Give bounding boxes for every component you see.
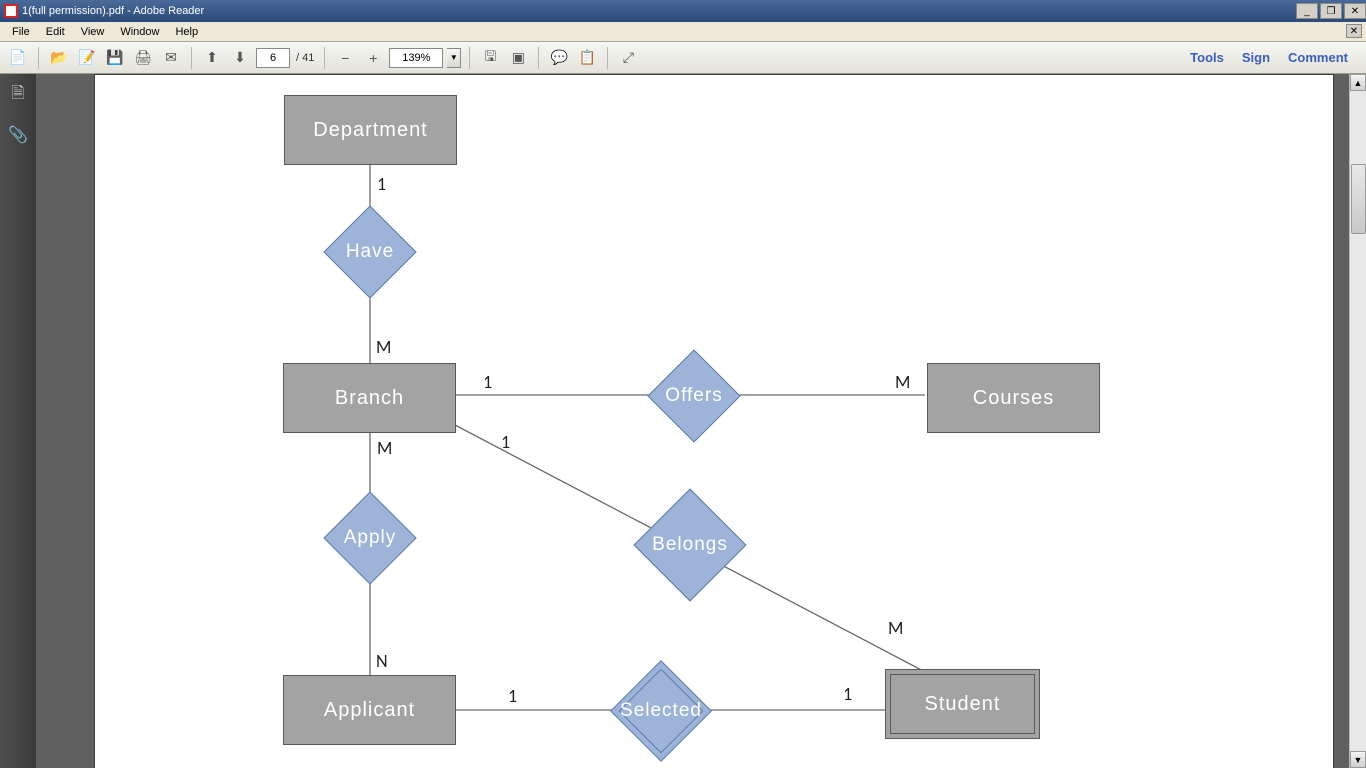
zoom-level-box[interactable]: 139% [389,48,443,68]
entity-student-label: Student [925,693,1001,716]
toolbar: 📄 📂 📝 💾 🖨 ✉ ⬆ ⬇ / 41 − + 139% ▼ 🖫 ▣ 💬 📋 … [0,42,1366,74]
rel-belongs-label: Belongs [652,534,728,556]
separator [469,47,470,69]
scroll-down-icon[interactable]: ▼ [1350,751,1366,768]
entity-department: Department [284,95,457,165]
close-window-button[interactable]: ✕ [1344,3,1366,19]
save-icon[interactable]: 💾 [103,46,127,70]
rel-offers: Offers [661,363,727,429]
title-bar: 1(full permission).pdf - Adobe Reader _ … [0,0,1366,22]
card-applicant-selected: 1 [508,685,517,707]
separator [538,47,539,69]
entity-branch: Branch [283,363,456,433]
entity-branch-label: Branch [335,387,404,410]
menu-view[interactable]: View [73,24,113,40]
card-have-branch: M [376,336,391,358]
page-down-icon[interactable]: ⬇ [228,46,252,70]
close-document-button[interactable]: ✕ [1346,24,1362,38]
rel-offers-label: Offers [665,385,722,407]
rel-have: Have [337,219,403,285]
rel-selected-label: Selected [620,700,702,722]
entity-applicant-label: Applicant [324,699,415,722]
menu-file[interactable]: File [4,24,38,40]
card-belongs-student: M [888,617,903,639]
highlight-icon[interactable]: 📋 [575,46,599,70]
card-dept-have: 1 [377,173,386,195]
entity-courses: Courses [927,363,1100,433]
window-title: 1(full permission).pdf - Adobe Reader [22,5,204,17]
menu-bar: File Edit View Window Help ✕ [0,22,1366,42]
print-icon[interactable]: 🖨 [131,46,155,70]
pdf-icon [4,4,18,18]
card-selected-student: 1 [843,683,852,705]
pdf-page: Department Branch Courses Applicant Stud… [94,74,1334,768]
entity-courses-label: Courses [973,387,1054,410]
save-copy-icon[interactable]: 🖫 [478,46,502,70]
restore-button[interactable]: ❐ [1320,3,1342,19]
separator [324,47,325,69]
zoom-in-icon[interactable]: + [361,46,385,70]
comment-link[interactable]: Comment [1288,50,1348,65]
zoom-level-label: 139% [402,52,430,64]
card-apply-applicant: N [376,650,388,672]
sign-link[interactable]: Sign [1242,50,1270,65]
tools-link[interactable]: Tools [1190,50,1224,65]
rel-have-label: Have [346,241,394,263]
scroll-thumb[interactable] [1351,164,1366,234]
create-pdf-icon[interactable]: 📝 [75,46,99,70]
attachments-icon[interactable]: 📎 [7,124,29,146]
menu-window[interactable]: Window [112,24,167,40]
open-icon[interactable]: 📂 [47,46,71,70]
menu-edit[interactable]: Edit [38,24,73,40]
separator [191,47,192,69]
separator [38,47,39,69]
entity-department-label: Department [313,119,428,142]
comment-bubble-icon[interactable]: 💬 [547,46,571,70]
vertical-scrollbar[interactable]: ▲ ▼ [1349,74,1366,768]
card-branch-belongs: 1 [501,431,510,453]
card-branch-offers: 1 [483,371,492,393]
menu-help[interactable]: Help [167,24,206,40]
main-area: 🗎 📎 Department Branch [0,74,1366,768]
scroll-up-icon[interactable]: ▲ [1350,74,1366,91]
export-pdf-icon[interactable]: 📄 [6,46,30,70]
er-diagram: Department Branch Courses Applicant Stud… [95,75,1333,768]
rel-belongs: Belongs [650,505,730,585]
page-up-icon[interactable]: ⬆ [200,46,224,70]
entity-applicant: Applicant [283,675,456,745]
minimize-button[interactable]: _ [1296,3,1318,19]
rel-apply: Apply [337,505,403,571]
card-branch-apply: M [377,437,392,459]
document-viewport: Department Branch Courses Applicant Stud… [36,74,1366,768]
card-offers-courses: M [895,371,910,393]
zoom-out-icon[interactable]: − [333,46,357,70]
entity-student: Student [885,669,1040,739]
rel-selected: Selected [625,675,697,747]
thumbnails-icon[interactable]: 🗎 [7,84,29,106]
zoom-dropdown-icon[interactable]: ▼ [447,48,461,68]
separator [607,47,608,69]
snapshot-icon[interactable]: ▣ [506,46,530,70]
email-icon[interactable]: ✉ [159,46,183,70]
nav-rail: 🗎 📎 [0,74,36,768]
page-number-input[interactable] [256,48,290,68]
read-mode-icon[interactable]: ⤢ [616,46,640,70]
rel-apply-label: Apply [344,527,397,549]
page-total-label: / 41 [296,52,314,64]
